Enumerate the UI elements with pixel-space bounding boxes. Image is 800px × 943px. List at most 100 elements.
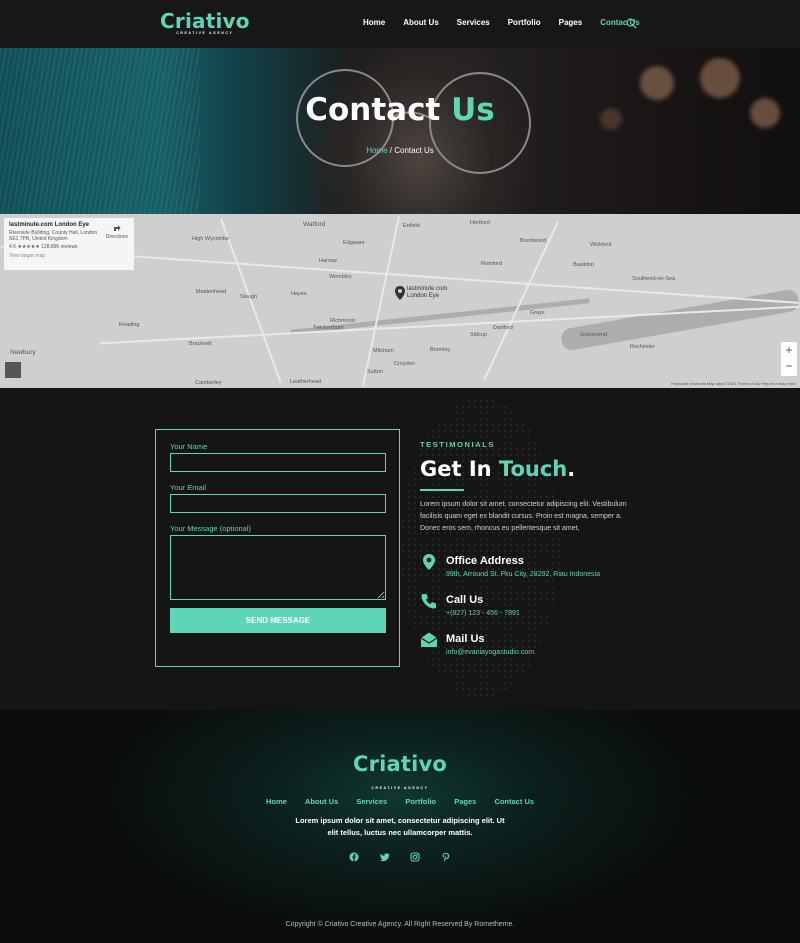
office-address-title: Office Address [446, 555, 524, 567]
name-label: Your Name [170, 442, 208, 451]
social-links [0, 849, 800, 867]
map-place: Grays [530, 310, 545, 316]
zoom-out-icon[interactable]: − [781, 358, 797, 374]
map-place: Sidcup [470, 332, 487, 338]
hero-blinds-texture [0, 48, 200, 214]
map-place: Hayes [291, 291, 307, 297]
map-place: Hertford [470, 220, 490, 226]
map-place: Leatherhead [290, 379, 321, 385]
map-road [220, 218, 282, 384]
site-footer: Criativo CREATIVE AGENCY Home About Us S… [0, 710, 800, 943]
map-pin-icon [423, 554, 435, 570]
map-place: Croydon [394, 361, 415, 367]
email-field[interactable] [170, 494, 386, 513]
footer-brand-name: Criativo [352, 752, 448, 776]
brand-name: Criativo [160, 9, 250, 33]
map-place: Southend-on-Sea [632, 276, 676, 282]
map-place: Camberley [195, 380, 222, 386]
map-place: Sutton [367, 369, 383, 375]
map-place: Mitcham [373, 348, 394, 354]
footer-nav-pages[interactable]: Pages [454, 797, 476, 806]
map-pin-label: lastminute.com London Eye [407, 286, 448, 299]
map-place: High Wycombe [192, 236, 230, 242]
map-card-rating: 4.5 ★★★★★ 128,896 reviews [9, 244, 78, 250]
map-place: Maidenhead [196, 289, 227, 295]
breadcrumb-home[interactable]: Home [366, 146, 387, 155]
footer-nav-home[interactable]: Home [266, 797, 287, 806]
nav-home[interactable]: Home [363, 18, 385, 27]
mail-us-title: Mail Us [446, 633, 485, 645]
map-place: Bracknell [189, 341, 212, 347]
footer-nav-contact[interactable]: Contact Us [494, 797, 534, 806]
name-field[interactable] [170, 453, 386, 472]
map-directions-button[interactable]: Directions [106, 224, 128, 240]
page-hero: Contact Us Home / Contact Us [0, 48, 800, 214]
footer-text: Lorem ipsum dolor sit amet, consectetur … [295, 816, 505, 837]
page-title-main: Contact [305, 92, 441, 128]
map-place: Newbury [10, 349, 36, 356]
pinterest-icon[interactable] [441, 849, 451, 862]
street-view-icon[interactable] [5, 362, 21, 378]
page-title-accent: Us [451, 92, 495, 128]
breadcrumb: Home / Contact Us [0, 146, 800, 155]
zoom-in-icon[interactable]: + [781, 342, 797, 358]
nav-services[interactable]: Services [457, 18, 490, 27]
map-place: Slough [240, 294, 258, 300]
map-place: Brentwood [520, 238, 547, 244]
office-address-detail: 99th, Arround St. Pku City, 28292, Riau … [446, 571, 600, 578]
map-place: Wickford [590, 242, 612, 248]
map-place: Rochester [630, 344, 656, 350]
map-place: Wembley [329, 274, 352, 280]
heading-accent: Touch [498, 457, 568, 481]
map-zoom-control[interactable]: + − [781, 342, 797, 376]
map-place: Romford [481, 261, 503, 267]
call-us-detail[interactable]: +(827) 123 - 456 - 7891 [446, 610, 520, 617]
main-menu: Home About Us Services Portfolio Pages C… [363, 18, 658, 27]
phone-icon [421, 594, 436, 609]
envelope-icon [420, 632, 438, 647]
footer-menu: Home About Us Services Portfolio Pages C… [0, 797, 800, 806]
map-place: Twickenham [313, 325, 344, 331]
map-directions-label: Directions [105, 234, 128, 240]
message-field[interactable] [170, 535, 386, 600]
map-place: Basildon [573, 262, 595, 268]
map-place: Bromley [430, 347, 451, 353]
map-place: Harrow [319, 258, 337, 264]
embedded-map[interactable]: Watford Enfield Hertford Brentwood Wickf… [0, 214, 800, 388]
search-icon[interactable] [626, 18, 637, 29]
map-larger-link[interactable]: View larger map [9, 253, 129, 259]
heading-underline [420, 489, 464, 491]
map-footer-links[interactable]: Keyboard shortcuts Map data ©2021 Terms … [671, 381, 796, 386]
footer-logo[interactable]: Criativo CREATIVE AGENCY [0, 752, 800, 794]
nav-portfolio[interactable]: Portfolio [508, 18, 541, 27]
map-place: Gravesend [580, 332, 607, 338]
map-road [483, 221, 559, 381]
send-message-button[interactable]: SEND MESSAGE [170, 608, 386, 633]
call-us-title: Call Us [446, 594, 484, 606]
contact-form: Your Name Your Email Your Message (optio… [155, 429, 400, 667]
nav-pages[interactable]: Pages [559, 18, 583, 27]
section-body: Lorem ipsum dolor sit amet, consectetur … [420, 501, 627, 532]
section-heading: Get In Touch. [420, 457, 640, 481]
nav-about[interactable]: About Us [403, 18, 439, 27]
brand-logo[interactable]: Criativo CREATIVE AGENCY [160, 9, 250, 35]
map-place: Richmond [330, 318, 355, 324]
mail-us-detail[interactable]: info@evaniayogastudio.com [446, 649, 534, 656]
map-place: Watford [303, 221, 326, 228]
section-eyebrow: TESTIMONIALS [420, 440, 496, 449]
page-title: Contact Us [0, 92, 800, 128]
footer-nav-services[interactable]: Services [356, 797, 387, 806]
heading-main: Get In [420, 457, 492, 481]
message-label: Your Message (optional) [170, 524, 252, 533]
footer-brand-tagline: CREATIVE AGENCY [371, 786, 429, 790]
twitter-icon[interactable] [379, 849, 390, 862]
facebook-icon[interactable] [349, 849, 359, 862]
map-pin-icon[interactable] [395, 286, 405, 300]
footer-nav-about[interactable]: About Us [305, 797, 338, 806]
contact-info: TESTIMONIALS Get In Touch. Lorem ipsum d… [420, 440, 640, 656]
map-estuary [559, 288, 800, 352]
instagram-icon[interactable] [410, 849, 420, 862]
map-place: Reading [119, 322, 140, 328]
map-place: Edgware [343, 240, 365, 246]
footer-nav-portfolio[interactable]: Portfolio [405, 797, 436, 806]
